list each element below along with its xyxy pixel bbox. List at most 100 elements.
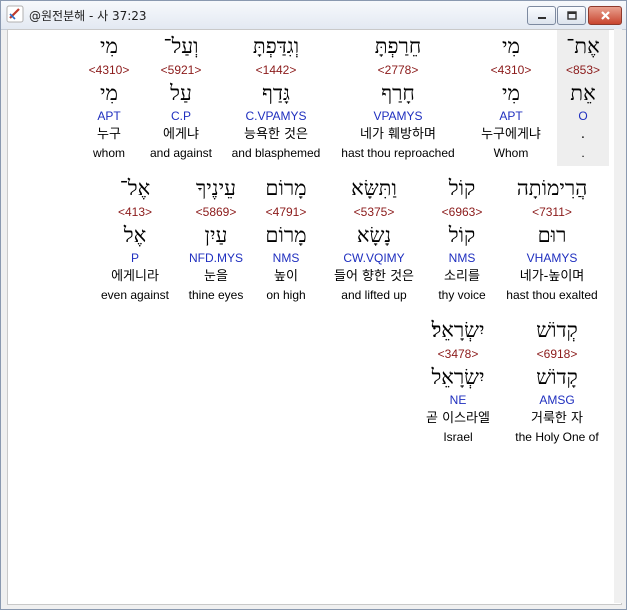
grammar-code: AMSG — [539, 393, 575, 407]
korean-gloss: 소리를 — [444, 269, 480, 284]
grammar-code: VHAMYS — [526, 251, 578, 265]
strong-number: <7311> — [532, 205, 572, 219]
strong-number: <413> — [117, 205, 153, 219]
english-gloss: and blasphemed — [231, 146, 321, 160]
hebrew-word: עֵינֶיךָ — [195, 176, 237, 200]
english-gloss: hast thou exalted — [506, 288, 598, 302]
hebrew-word: מִי — [100, 34, 118, 58]
korean-gloss: 능욕한 것은 — [244, 127, 308, 142]
app-window: @원전분해 - 사 37:23 מִי <4310> מִי APT 누구 wh… — [0, 0, 627, 610]
strong-number: <1442> — [255, 63, 297, 77]
english-gloss: thy voice — [438, 288, 486, 302]
hebrew-word: קוֹל — [448, 176, 476, 200]
english-gloss: and against — [149, 146, 213, 160]
english-gloss: Israel — [443, 430, 473, 444]
hebrew-word: מִי — [502, 34, 520, 58]
word-column[interactable]: אֶל־ <413> אֶל P 에게니라 even against — [96, 172, 174, 308]
grammar-code: VPAMYS — [373, 109, 423, 123]
grammar-code: NMS — [272, 251, 300, 265]
hebrew-lemma: יִשְׂרָאֵל — [431, 365, 485, 389]
hebrew-lemma: רוּם — [537, 223, 567, 247]
korean-gloss: 높이 — [274, 269, 298, 284]
minimize-icon — [537, 16, 546, 19]
grammar-code: P — [130, 251, 139, 265]
korean-gloss: 거룩한 자 — [531, 411, 583, 426]
word-column[interactable]: חֵרַפְתָּ <2778> חָרַף VPAMYS 네가 훼방하며 ha… — [333, 30, 463, 166]
word-column[interactable]: וְעַל־ <5921> עַל C.P 에게냐 and against — [144, 30, 218, 166]
grammar-code: NE — [449, 393, 467, 407]
hebrew-word: חֵרַפְתָּ — [374, 34, 422, 58]
korean-gloss: 들어 향한 것은 — [333, 269, 415, 284]
english-gloss: . — [581, 146, 585, 160]
word-column[interactable]: עֵינֶיךָ <5869> עַיִן NFD.MYS 눈을 thine e… — [180, 172, 252, 308]
grammar-code: NFD.MYS — [189, 251, 243, 265]
word-column[interactable]: קְדוֹשׁ <6918> קָדוֹשׁ AMSG 거룩한 자 the Ho… — [508, 314, 606, 450]
hebrew-word: קְדוֹשׁ — [536, 318, 578, 342]
hebrew-lemma: נָשָׂא — [356, 223, 392, 247]
maximize-icon — [566, 11, 577, 20]
hebrew-word: אֶל־ — [119, 176, 151, 200]
word-column[interactable]: וְגִדַּפְתָּ <1442> גָּדַף C.VPAMYS 능욕한 … — [226, 30, 326, 166]
korean-gloss: 네가-높이며 — [519, 269, 585, 284]
grammar-code: O — [578, 109, 588, 123]
strong-number: <6963> — [441, 205, 483, 219]
english-gloss: the Holy One of — [515, 430, 599, 444]
strong-number: <4310> — [88, 63, 130, 77]
hebrew-lemma: חָרַף — [381, 81, 415, 105]
grammar-code: CW.VQIMY — [343, 251, 405, 265]
maximize-button[interactable] — [557, 6, 586, 25]
english-gloss: on high — [266, 288, 306, 302]
title-bar[interactable]: @원전분해 - 사 37:23 — [1, 1, 626, 30]
english-gloss: Whom — [493, 146, 529, 160]
strong-number: <2778> — [377, 63, 419, 77]
english-gloss: whom — [92, 146, 125, 160]
hebrew-lemma: קוֹל — [448, 223, 476, 247]
hebrew-word: וַתִּשָּׂא — [351, 176, 397, 200]
hebrew-word: הֲרִימוֹתָה — [516, 176, 588, 200]
hebrew-lemma: קָדוֹשׁ — [536, 365, 578, 389]
korean-gloss: 누구 — [97, 127, 121, 142]
window-title: @원전분해 - 사 37:23 — [29, 9, 147, 23]
hebrew-word: וְעַל־ — [163, 34, 199, 58]
grammar-code: APT — [97, 109, 121, 123]
hebrew-lemma: אֶל — [123, 223, 147, 247]
grammar-code: APT — [499, 109, 523, 123]
strong-number: <5375> — [353, 205, 395, 219]
strong-number: <3478> — [437, 347, 479, 361]
korean-gloss: 에게니라 — [111, 269, 159, 284]
grammar-code: C.P — [170, 109, 191, 123]
strong-number: <6918> — [536, 347, 578, 361]
word-column[interactable]: מִי <4310> מִי APT 누구에게냐 Whom — [468, 30, 554, 166]
word-column[interactable]: קוֹל <6963> קוֹל NMS 소리를 thy voice — [431, 172, 493, 308]
korean-gloss: 에게냐 — [163, 127, 199, 142]
english-gloss: hast thou reproached — [341, 146, 455, 160]
english-gloss: even against — [100, 288, 170, 302]
strong-number: <4791> — [265, 205, 307, 219]
hebrew-lemma: עַל — [170, 81, 192, 105]
word-column[interactable]: יִשְׂרָאֵל׃ <3478> יִשְׂרָאֵל NE 곧 이스라엘 … — [412, 314, 504, 450]
app-logo-icon — [6, 5, 24, 23]
minimize-button[interactable] — [527, 6, 556, 25]
grammar-code: NMS — [448, 251, 476, 265]
hebrew-lemma: מָרוֹם — [265, 223, 307, 247]
hebrew-lemma: אֵת — [570, 81, 596, 105]
word-column[interactable]: וַתִּשָּׂא <5375> נָשָׂא CW.VQIMY 들어 향한 … — [321, 172, 427, 308]
english-gloss: thine eyes — [188, 288, 244, 302]
right-edge-strip — [614, 29, 622, 603]
english-gloss: and lifted up — [341, 288, 407, 302]
word-column[interactable]: מָרוֹם <4791> מָרוֹם NMS 높이 on high — [256, 172, 316, 308]
hebrew-lemma: מִי — [100, 81, 118, 105]
word-column-selected[interactable]: אֶת־ <853> אֵת O . . — [557, 30, 609, 166]
hebrew-lemma: עַיִן — [204, 223, 228, 247]
hebrew-word: יִשְׂרָאֵל׃ — [431, 318, 485, 342]
word-column[interactable]: הֲרִימוֹתָה <7311> רוּם VHAMYS 네가-높이며 ha… — [498, 172, 606, 308]
korean-gloss: 네가 훼방하며 — [360, 127, 436, 142]
word-column[interactable]: מִי <4310> מִי APT 누구 whom — [78, 30, 140, 166]
close-button[interactable] — [588, 6, 622, 25]
korean-gloss: 눈을 — [204, 269, 228, 284]
strong-number: <4310> — [490, 63, 532, 77]
korean-gloss: . — [580, 127, 586, 142]
hebrew-lemma: מִי — [502, 81, 520, 105]
hebrew-lemma: גָּדַף — [262, 81, 290, 105]
strong-number: <5921> — [160, 63, 202, 77]
